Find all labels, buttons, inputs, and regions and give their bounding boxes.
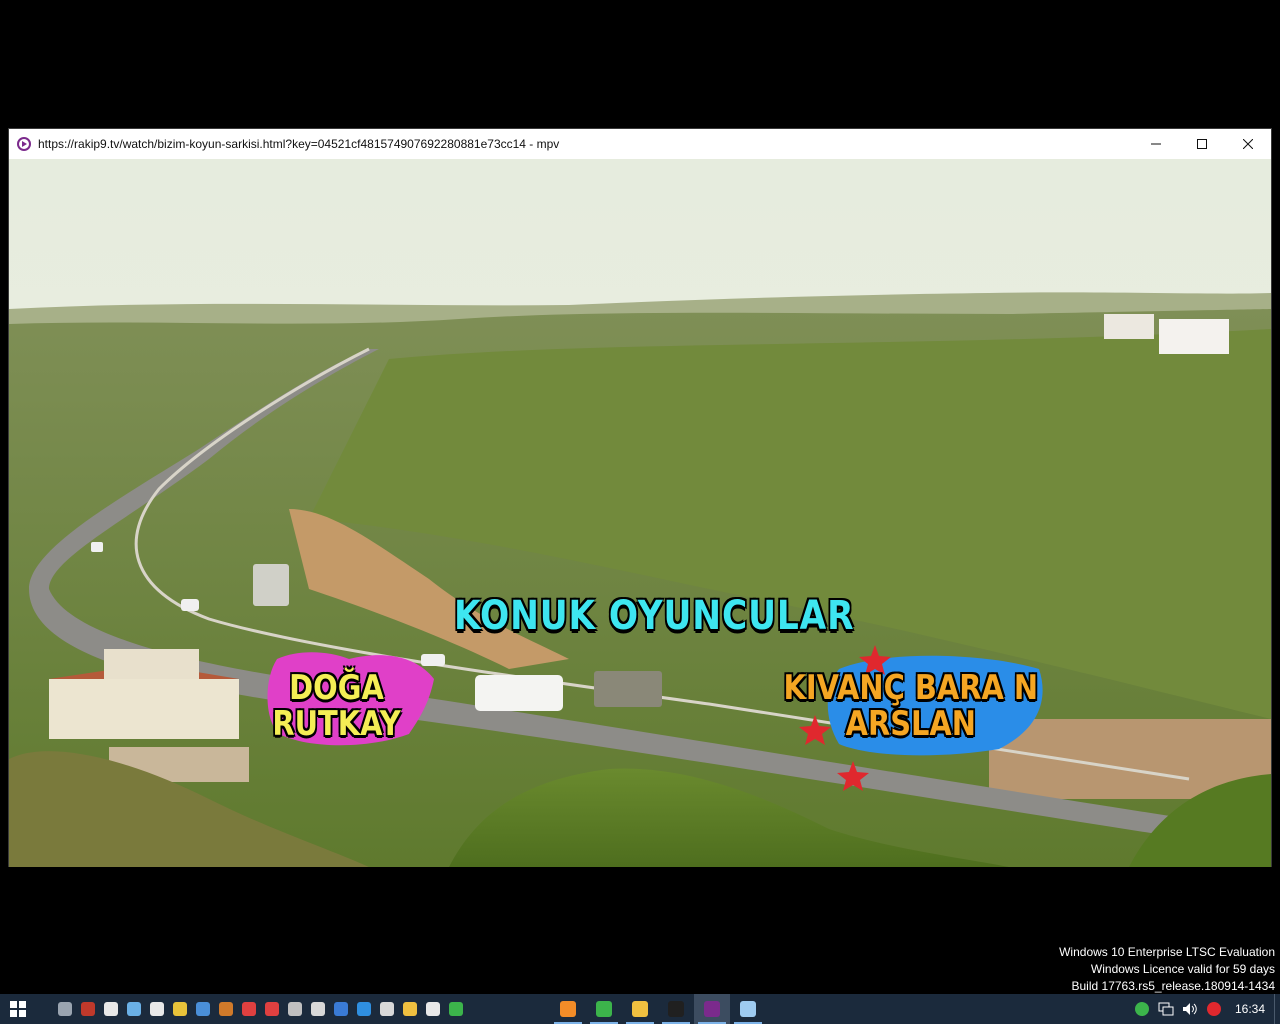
recycle-icon [127, 1002, 141, 1016]
network-icon[interactable] [1154, 994, 1178, 1024]
notepad-taskbar-button[interactable] [730, 994, 766, 1024]
credits-heading: KONUK OYUNCULAR [454, 593, 855, 639]
bus-shape [475, 675, 563, 711]
credit-name-line2: RUTKAY [272, 703, 401, 744]
firefox-icon [560, 1001, 576, 1017]
mpv-app-icon[interactable] [17, 137, 31, 151]
show-desktop-button[interactable] [1274, 994, 1280, 1024]
chrome-launch-button[interactable] [169, 994, 191, 1024]
credit-name-doga-rutkay: DOĞA RUTKAY [272, 668, 401, 744]
vscode-icon [357, 1002, 371, 1016]
compass-launch-button[interactable] [261, 994, 283, 1024]
landscape-scene [9, 159, 1271, 867]
gear-icon [288, 1002, 302, 1016]
stop-icon [242, 1002, 256, 1016]
transfer-icon [311, 1002, 325, 1016]
transfer-launch-button[interactable] [307, 994, 329, 1024]
document-launch-button[interactable] [100, 994, 122, 1024]
system-tray: 16:34 [1130, 994, 1280, 1024]
vscode-launch-button[interactable] [353, 994, 375, 1024]
disk-icon [58, 1002, 72, 1016]
chess-icon [150, 1002, 164, 1016]
minimize-icon [1151, 143, 1161, 145]
notepad-launch-button[interactable] [422, 994, 444, 1024]
utorrent-icon [596, 1001, 612, 1017]
windows-icon [10, 1001, 26, 1017]
terminal-taskbar-button[interactable] [658, 994, 694, 1024]
gear-launch-button[interactable] [284, 994, 306, 1024]
edge-launch-button[interactable] [330, 994, 352, 1024]
watermark-build: Build 17763.rs5_release.180914-1434 [1071, 979, 1276, 993]
gun-icon [219, 1002, 233, 1016]
compass-icon [265, 1002, 279, 1016]
truck-shape [594, 671, 662, 707]
disk-launch-button[interactable] [54, 994, 76, 1024]
minimize-button[interactable] [1133, 129, 1179, 159]
chrome-icon [173, 1002, 187, 1016]
volume-icon[interactable] [1178, 994, 1202, 1024]
mpv-icon [704, 1001, 720, 1017]
credit-name-line2: ARSLAN [845, 703, 976, 744]
quick-launch-toolbar [54, 994, 468, 1024]
close-button[interactable] [1225, 129, 1271, 159]
edge-icon [334, 1002, 348, 1016]
watermark-edition: Windows 10 Enterprise LTSC Evaluation [1059, 945, 1275, 959]
notepad-icon [740, 1001, 756, 1017]
monitor-icon [380, 1002, 394, 1016]
start-button[interactable] [0, 994, 36, 1024]
terminal-icon [668, 1001, 684, 1017]
notepad-icon [426, 1002, 440, 1016]
title-bar[interactable]: https://rakip9.tv/watch/bizim-koyun-sark… [9, 129, 1271, 159]
explorer-icon [632, 1001, 648, 1017]
maximize-button[interactable] [1179, 129, 1225, 159]
stop-launch-button[interactable] [238, 994, 260, 1024]
archive-icon [81, 1002, 95, 1016]
monitor-launch-button[interactable] [376, 994, 398, 1024]
credit-name-line1: DOĞA [289, 668, 384, 708]
chess-launch-button[interactable] [146, 994, 168, 1024]
firefox-taskbar-button[interactable] [550, 994, 586, 1024]
credit-name-kivanc-baran-arslan: KIVANÇ BARA N ARSLAN [783, 668, 1039, 744]
credit-name-line1: KIVANÇ BARA N [783, 668, 1039, 708]
mpv-window: https://rakip9.tv/watch/bizim-koyun-sark… [8, 128, 1272, 867]
rocket-icon [196, 1002, 210, 1016]
mpv-taskbar-button[interactable] [694, 994, 730, 1024]
taskbar: 16:34 [0, 994, 1280, 1024]
video-frame[interactable]: KONUK OYUNCULAR DOĞA RUTKAY KIVANÇ BARA … [9, 159, 1271, 867]
gun-launch-button[interactable] [215, 994, 237, 1024]
maximize-icon [1197, 139, 1207, 149]
window-title: https://rakip9.tv/watch/bizim-koyun-sark… [38, 137, 560, 151]
rocket-launch-button[interactable] [192, 994, 214, 1024]
utorrent-taskbar-button[interactable] [586, 994, 622, 1024]
recycle-launch-button[interactable] [123, 994, 145, 1024]
folder-icon [403, 1002, 417, 1016]
exit-icon [449, 1002, 463, 1016]
utorrent-tray-icon[interactable] [1130, 994, 1154, 1024]
document-icon [104, 1002, 118, 1016]
folder-launch-button[interactable] [399, 994, 421, 1024]
exit-launch-button[interactable] [445, 994, 467, 1024]
taskbar-clock[interactable]: 16:34 [1226, 1002, 1274, 1016]
close-icon [1243, 139, 1253, 149]
archive-launch-button[interactable] [77, 994, 99, 1024]
running-apps [550, 994, 766, 1024]
windows-evaluation-watermark: Windows 10 Enterprise LTSC Evaluation Wi… [1059, 944, 1275, 995]
shield-icon[interactable] [1202, 994, 1226, 1024]
explorer-taskbar-button[interactable] [622, 994, 658, 1024]
watermark-licence: Windows Licence valid for 59 days [1090, 962, 1275, 976]
